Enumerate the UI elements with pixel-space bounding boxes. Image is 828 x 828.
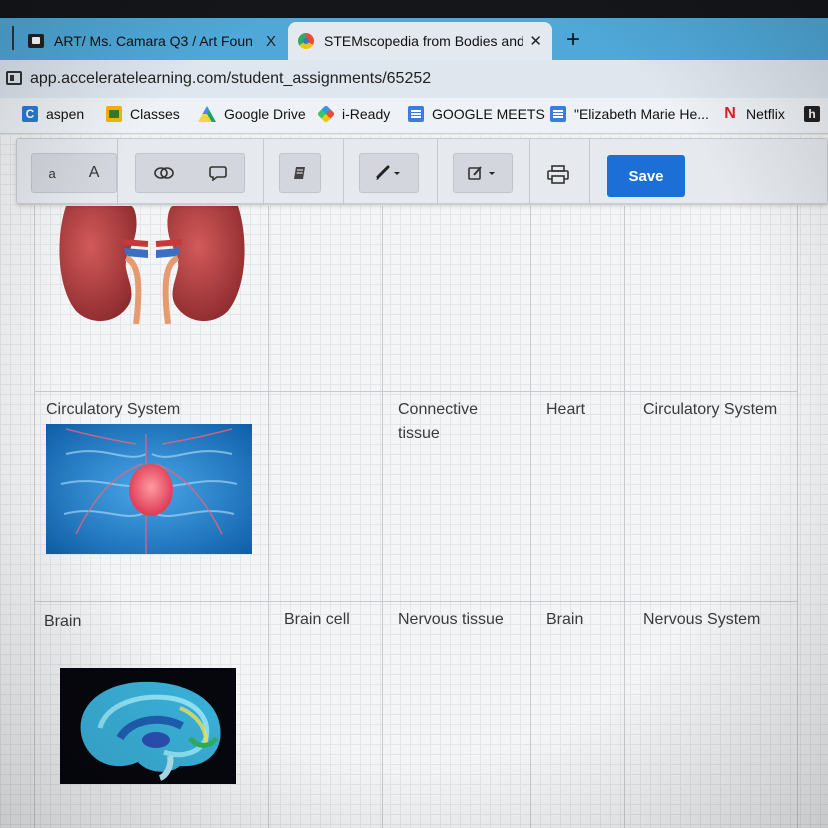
- view-tools-group: [135, 153, 245, 193]
- bookmark-label: GOOGLE MEETS: [432, 106, 545, 122]
- bookmarks-bar: C aspen Classes Google Drive i-Ready GOO…: [0, 98, 828, 134]
- toolbar-divider: [343, 139, 344, 205]
- new-tab-button[interactable]: +: [566, 26, 580, 54]
- edit-icon: [468, 166, 495, 180]
- tab-separator: [12, 26, 14, 50]
- notebook-icon: [294, 167, 305, 179]
- screen: ART/ Ms. Camara Q3 / Art Foun X STEMscop…: [0, 0, 828, 828]
- aspen-icon: C: [22, 106, 38, 122]
- bookmark-classes[interactable]: Classes: [106, 106, 180, 122]
- site-info-icon[interactable]: [6, 71, 22, 85]
- table-border: [797, 206, 798, 828]
- highlight-toggle-icon[interactable]: [153, 166, 174, 180]
- google-docs-icon: [550, 106, 566, 122]
- table-border: [268, 206, 269, 828]
- circulatory-system-image: [46, 424, 252, 554]
- toolbar-divider: [529, 139, 530, 205]
- bookmark-netflix[interactable]: N Netflix: [722, 105, 785, 123]
- stemscopes-icon: [298, 33, 314, 49]
- tab-label: STEMscopedia from Bodies and: [324, 33, 524, 49]
- classroom-icon: [28, 34, 44, 48]
- h-app-icon: h: [804, 106, 820, 122]
- kidney-image: [59, 206, 245, 324]
- table-border: [624, 206, 625, 828]
- draw-tool-dropdown[interactable]: [359, 153, 419, 193]
- print-icon[interactable]: [547, 165, 569, 185]
- font-size-group: a A: [31, 153, 117, 193]
- comment-icon[interactable]: [208, 165, 227, 181]
- toolbar-divider: [437, 139, 438, 205]
- toolbar-divider: [263, 139, 264, 205]
- notebook-button[interactable]: [279, 153, 321, 193]
- bookmark-label: aspen: [46, 106, 85, 122]
- close-tab-icon[interactable]: ✕: [529, 32, 542, 50]
- toolbar-divider: [589, 139, 590, 205]
- cell-brain-cell: Brain cell: [284, 611, 350, 628]
- increase-font-button[interactable]: A: [89, 164, 100, 182]
- cell-nervous-tissue: Nervous tissue: [398, 611, 504, 628]
- save-button[interactable]: Save: [607, 155, 685, 197]
- tab-label: ART/ Ms. Camara Q3 / Art Foun: [54, 33, 253, 49]
- table-row-divider: [34, 601, 798, 602]
- close-tab-icon[interactable]: X: [266, 33, 276, 50]
- bookmark-google-drive[interactable]: Google Drive: [198, 106, 306, 122]
- cell-circulatory-system-2: Circulatory System: [643, 401, 778, 418]
- brain-image: [60, 668, 236, 784]
- bookmark-label: Netflix: [746, 106, 785, 122]
- bookmark-label: Google Drive: [224, 106, 306, 122]
- paintbrush-icon: [376, 165, 400, 180]
- table-border: [382, 206, 383, 828]
- bookmark-h[interactable]: h: [804, 106, 828, 122]
- annotation-toolbar: a A Save: [16, 138, 828, 205]
- netflix-icon: N: [724, 105, 736, 122]
- bookmark-elizabeth[interactable]: "Elizabeth Marie He...: [550, 106, 709, 122]
- decrease-font-button[interactable]: a: [49, 166, 56, 181]
- bookmark-iready[interactable]: i-Ready: [316, 104, 391, 124]
- address-bar: app.acceleratelearning.com/student_assig…: [0, 60, 828, 98]
- cell-connective-tissue: Connective tissue: [398, 401, 479, 442]
- bookmark-label: "Elizabeth Marie He...: [574, 106, 709, 122]
- cell-brain: Brain: [44, 613, 82, 630]
- bookmark-aspen[interactable]: C aspen: [22, 106, 84, 122]
- browser-tab-strip: ART/ Ms. Camara Q3 / Art Foun X STEMscop…: [0, 18, 828, 60]
- bookmark-google-meets[interactable]: GOOGLE MEETS: [408, 106, 545, 122]
- google-drive-icon: [198, 106, 216, 122]
- url-field[interactable]: app.acceleratelearning.com/student_assig…: [30, 70, 431, 88]
- google-docs-icon: [408, 106, 424, 122]
- toolbar-divider: [117, 139, 118, 205]
- bookmark-label: Classes: [130, 106, 180, 122]
- cell-brain-2: Brain: [546, 611, 584, 628]
- assignment-page: Circulatory System Connective tissue Hea…: [0, 134, 828, 828]
- table-row-divider: [34, 391, 798, 392]
- tab-stemscopedia[interactable]: STEMscopedia from Bodies and ✕: [288, 22, 552, 60]
- iready-icon: [316, 104, 336, 124]
- classroom-icon: [106, 106, 122, 122]
- cell-nervous-system: Nervous System: [643, 611, 761, 628]
- tab-art-class[interactable]: ART/ Ms. Camara Q3 / Art Foun X: [18, 22, 286, 60]
- cell-heart: Heart: [546, 401, 586, 418]
- edit-tool-dropdown[interactable]: [453, 153, 513, 193]
- table-border: [34, 206, 35, 828]
- bookmark-label: i-Ready: [342, 106, 391, 122]
- cell-circulatory-system: Circulatory System: [46, 401, 181, 418]
- table-border: [530, 206, 531, 828]
